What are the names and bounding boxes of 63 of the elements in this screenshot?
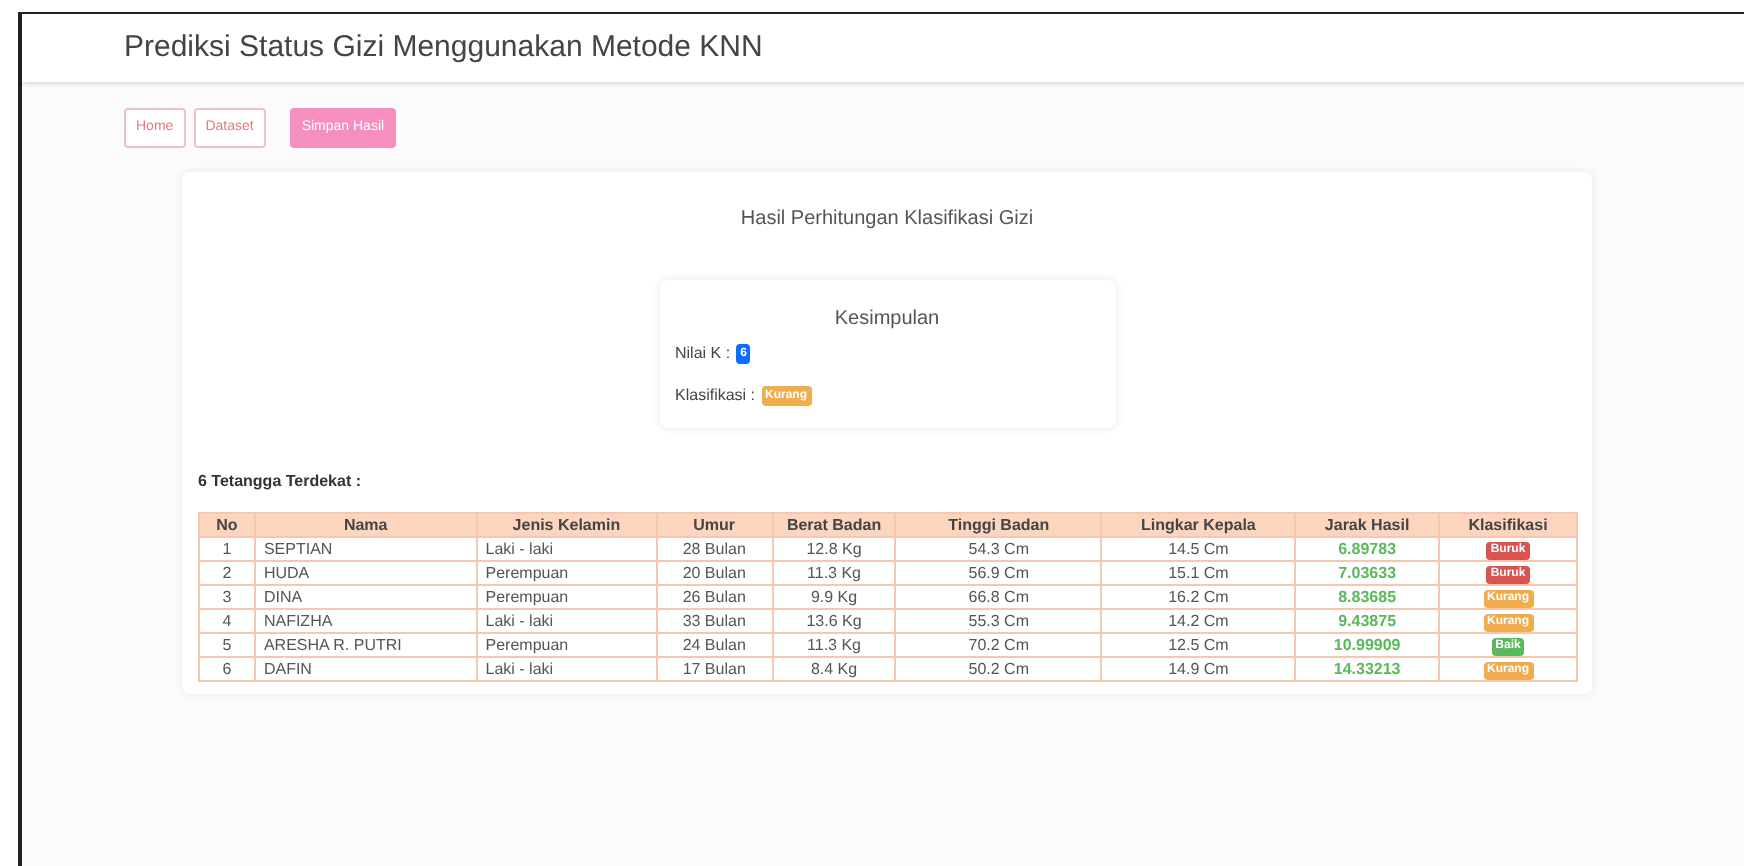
table-cell: 7.03633: [1295, 561, 1440, 585]
table-cell: HUDA: [254, 561, 477, 585]
table-cell: 9.43875: [1295, 609, 1440, 633]
table-cell: 6: [199, 657, 255, 681]
table-cell: 4: [199, 609, 255, 633]
table-cell: 2: [199, 561, 255, 585]
table-cell: 33 Bulan: [656, 609, 773, 633]
table-cell: 5: [199, 633, 255, 657]
table-cell: 8.4 Kg: [772, 657, 896, 681]
table-cell: 66.8 Cm: [895, 585, 1102, 609]
conclusion-title: Kesimpulan: [834, 308, 940, 330]
column-header: No: [199, 513, 255, 537]
table-cell: 14.5 Cm: [1101, 537, 1296, 561]
column-header: Jenis Kelamin: [476, 513, 657, 537]
page-title: Prediksi Status Gizi Menggunakan Metode KNN: [124, 27, 763, 68]
column-header: Jarak Hasil: [1295, 513, 1440, 537]
column-header: Nama: [254, 513, 477, 537]
table-cell: 10.99909: [1295, 633, 1440, 657]
table-cell: DAFIN: [254, 657, 477, 681]
table-cell: SEPTIAN: [254, 537, 477, 561]
table-cell: 12.5 Cm: [1101, 633, 1296, 657]
neighbors-heading: 6 Tetangga Terdekat :: [198, 472, 361, 490]
table-cell: Laki - laki: [476, 609, 657, 633]
table-cell: ARESHA R. PUTRI: [254, 633, 477, 657]
table-cell: Perempuan: [476, 561, 657, 585]
table-cell: Laki - laki: [476, 657, 657, 681]
table-cell: 70.2 Cm: [895, 633, 1102, 657]
table-cell: Perempuan: [476, 585, 657, 609]
table-cell: 1: [199, 537, 255, 561]
table-cell: 50.2 Cm: [895, 657, 1102, 681]
table-cell: 54.3 Cm: [895, 537, 1102, 561]
table-cell: 17 Bulan: [656, 657, 773, 681]
table-cell: 8.83685: [1295, 585, 1440, 609]
table-cell: 3: [199, 585, 255, 609]
table-cell: 11.3 Kg: [772, 633, 896, 657]
table-cell: 56.9 Cm: [895, 561, 1102, 585]
table-cell: 20 Bulan: [656, 561, 773, 585]
column-header: Berat Badan: [772, 513, 896, 537]
table-cell: 13.6 Kg: [772, 609, 896, 633]
table-cell: 11.3 Kg: [772, 561, 896, 585]
table-cell: Laki - laki: [476, 537, 657, 561]
table-cell: 55.3 Cm: [895, 609, 1102, 633]
table-cell: 14.9 Cm: [1101, 657, 1296, 681]
table-cell: 24 Bulan: [656, 633, 773, 657]
column-header: Umur: [656, 513, 773, 537]
classification-label: Klasifikasi :: [675, 384, 756, 408]
table-cell: 26 Bulan: [656, 585, 773, 609]
table-cell: NAFIZHA: [254, 609, 477, 633]
table-cell: DINA: [254, 585, 477, 609]
table-cell: 6.89783: [1295, 537, 1440, 561]
k-label: Nilai K :: [675, 342, 731, 366]
table-cell: 9.9 Kg: [772, 585, 896, 609]
table-cell: Perempuan: [476, 633, 657, 657]
column-header: Tinggi Badan: [895, 513, 1102, 537]
column-header: Klasifikasi: [1439, 513, 1577, 537]
table-cell: 16.2 Cm: [1101, 585, 1296, 609]
table-cell: 28 Bulan: [656, 537, 773, 561]
column-header: Lingkar Kepala: [1101, 513, 1296, 537]
table-cell: 14.33213: [1295, 657, 1440, 681]
table-cell: 12.8 Kg: [772, 537, 896, 561]
table-cell: 15.1 Cm: [1101, 561, 1296, 585]
card-title: Hasil Perhitungan Klasifikasi Gizi: [740, 208, 1034, 230]
table-cell: 14.2 Cm: [1101, 609, 1296, 633]
